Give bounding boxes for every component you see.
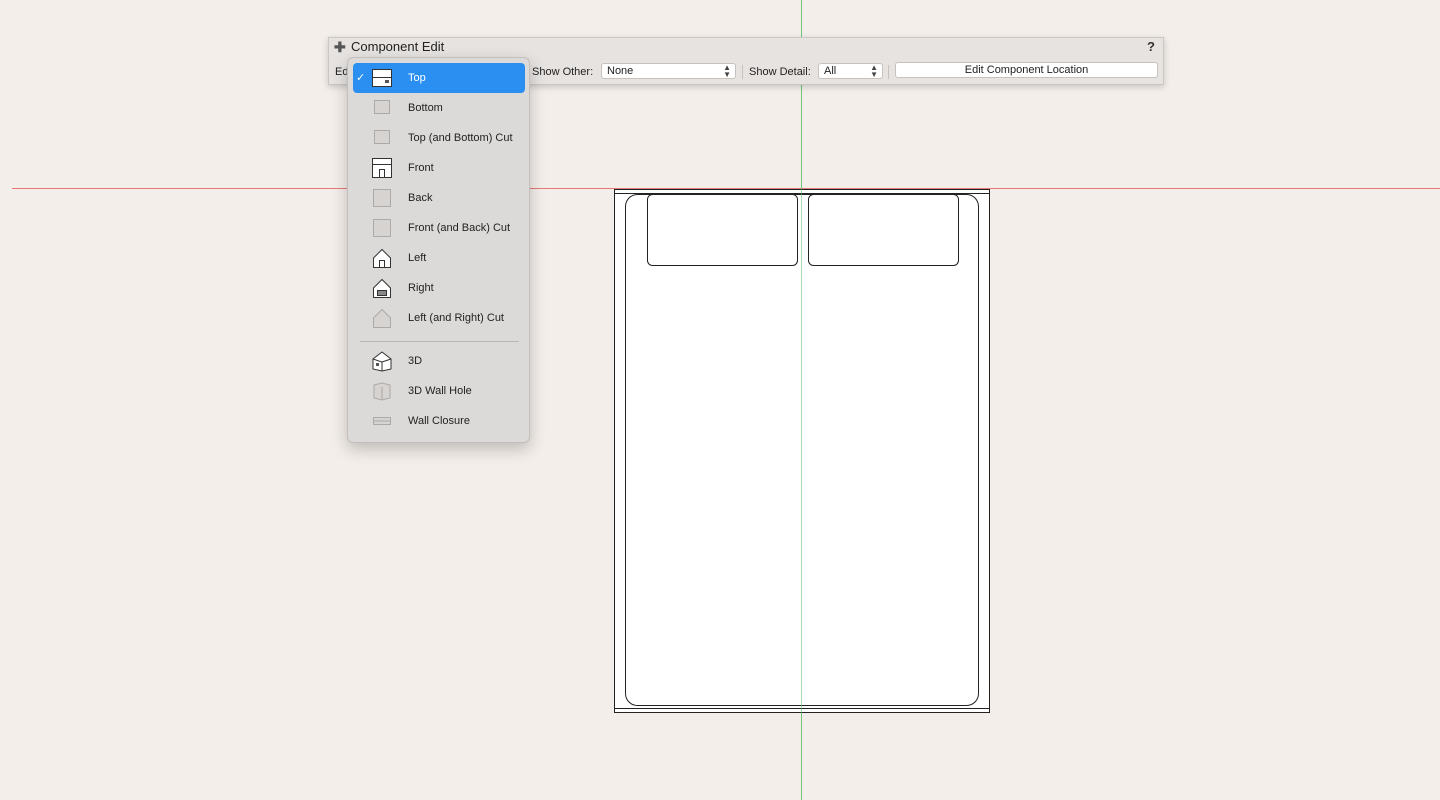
show-detail-value: All — [824, 65, 837, 77]
menu-item-label: Front — [408, 162, 434, 174]
show-detail-select[interactable]: All ▲ ▼ — [818, 63, 883, 79]
menu-item-left-right-cut[interactable]: Left (and Right) Cut — [353, 303, 525, 333]
menu-item-label: Left — [408, 252, 427, 264]
front-back-cut-icon — [373, 219, 391, 237]
menu-item-label: 3D — [408, 355, 423, 367]
top-bottom-cut-icon — [374, 130, 390, 144]
top-view-icon — [372, 69, 392, 87]
right-view-icon — [373, 278, 391, 298]
divider — [742, 65, 743, 79]
show-other-value: None — [607, 65, 634, 77]
menu-item-right[interactable]: Right — [353, 273, 525, 303]
show-other-select[interactable]: None ▲ ▼ — [601, 63, 736, 79]
menu-item-label: Top — [408, 72, 426, 84]
help-button[interactable]: ? — [1147, 39, 1155, 54]
menu-item-back[interactable]: Back — [353, 183, 525, 213]
left-right-cut-icon — [373, 308, 391, 328]
menu-item-label: Wall Closure — [408, 415, 470, 427]
menu-item-label: Top (and Bottom) Cut — [408, 132, 513, 144]
plus-icon[interactable]: ✚ — [334, 39, 346, 56]
show-detail-label: Show Detail: — [749, 66, 811, 78]
drawing-canvas[interactable] — [0, 0, 1440, 800]
view-dropdown-menu: ✓ Top Bottom Top (and Bottom) Cut Front … — [347, 57, 530, 443]
3d-wall-hole-icon — [373, 382, 391, 401]
menu-item-label: Right — [408, 282, 434, 294]
left-view-icon — [373, 248, 391, 268]
checkmark-icon: ✓ — [356, 72, 366, 84]
wall-closure-icon — [373, 417, 391, 425]
menu-item-label: Back — [408, 192, 433, 204]
component-edit-header: ✚ Component Edit ? — [329, 38, 1163, 57]
component-edit-title: Component Edit — [351, 39, 445, 54]
menu-item-label: Left (and Right) Cut — [408, 312, 504, 324]
edit-component-location-button[interactable]: Edit Component Location — [895, 62, 1158, 78]
menu-item-label: Front (and Back) Cut — [408, 222, 511, 234]
back-view-icon — [373, 189, 391, 207]
bottom-view-icon — [374, 100, 390, 114]
menu-item-3d-wall-hole[interactable]: 3D Wall Hole — [353, 376, 525, 406]
show-other-label: Show Other: — [532, 66, 594, 78]
menu-item-label: Bottom — [408, 102, 443, 114]
menu-item-front[interactable]: Front — [353, 153, 525, 183]
menu-item-front-back-cut[interactable]: Front (and Back) Cut — [353, 213, 525, 243]
select-arrows-icon: ▲ ▼ — [870, 63, 878, 79]
3d-view-icon — [372, 351, 392, 372]
menu-separator — [360, 341, 519, 342]
menu-item-top-bottom-cut[interactable]: Top (and Bottom) Cut — [353, 123, 525, 153]
select-arrows-icon: ▲ ▼ — [723, 63, 731, 79]
menu-item-3d[interactable]: 3D — [353, 346, 525, 376]
menu-item-wall-closure[interactable]: Wall Closure — [353, 406, 525, 436]
front-view-icon — [372, 158, 392, 178]
pillow-right — [808, 194, 959, 266]
divider — [888, 65, 889, 79]
menu-item-top[interactable]: ✓ Top — [353, 63, 525, 93]
menu-item-bottom[interactable]: Bottom — [353, 93, 525, 123]
menu-item-left[interactable]: Left — [353, 243, 525, 273]
menu-item-label: 3D Wall Hole — [408, 385, 472, 397]
pillow-left — [647, 194, 798, 266]
